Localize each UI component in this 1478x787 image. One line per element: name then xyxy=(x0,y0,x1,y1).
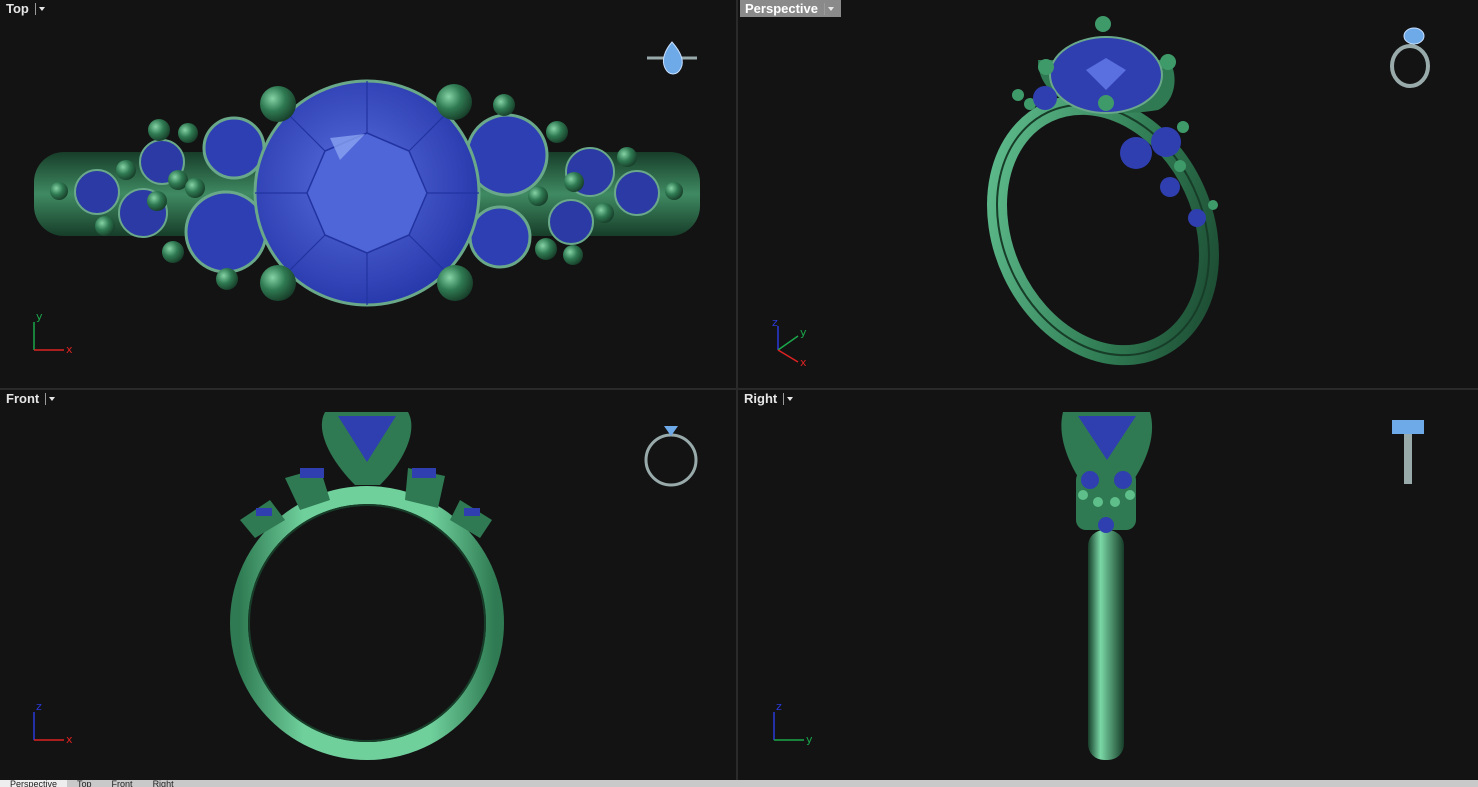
viewport-divider-horizontal[interactable] xyxy=(0,388,1478,390)
viewport-title: Front xyxy=(6,391,40,406)
ring-thumbnail-icon xyxy=(647,41,697,75)
viewport-label-top[interactable]: Top xyxy=(4,0,51,17)
chevron-down-icon[interactable] xyxy=(783,392,796,405)
viewport-label-front[interactable]: Front xyxy=(4,390,61,407)
chevron-down-icon[interactable] xyxy=(34,2,48,15)
tab-perspective[interactable]: Perspective xyxy=(0,780,68,787)
viewport-label-perspective[interactable]: Perspective xyxy=(740,0,841,17)
axis-gizmo-icon: y x xyxy=(33,310,73,356)
axis-y-label: y xyxy=(36,310,43,323)
viewport-title: Top xyxy=(6,1,29,16)
axis-y-label: y xyxy=(806,733,813,746)
axis-x-label: x xyxy=(66,343,73,356)
viewport-perspective[interactable]: Perspective z y x xyxy=(738,0,1478,388)
axis-z-label: z xyxy=(772,318,778,329)
viewport-tab-bar: Perspective Top Front Right xyxy=(0,780,1478,787)
ring-thumbnail-icon xyxy=(644,426,698,487)
ring-shank xyxy=(987,94,1219,366)
axis-z-label: z xyxy=(776,700,782,713)
viewport-title: Right xyxy=(744,391,778,406)
axis-x-label: x xyxy=(66,733,73,746)
viewport-top[interactable]: Top y x xyxy=(0,0,736,388)
chevron-down-icon[interactable] xyxy=(45,392,58,405)
ring-inner-edge xyxy=(248,504,486,742)
axis-gizmo-icon: z y xyxy=(773,700,813,746)
tab-right[interactable]: Right xyxy=(143,780,184,787)
side-cluster xyxy=(1076,470,1136,533)
viewport-label-right[interactable]: Right xyxy=(742,390,799,407)
viewport-right[interactable]: Right z y xyxy=(738,390,1478,780)
axis-z-label: z xyxy=(36,700,42,713)
top-view-scene[interactable] xyxy=(0,0,736,388)
viewport-front[interactable]: Front z x xyxy=(0,390,736,780)
ring-shank xyxy=(230,486,504,760)
perspective-view-scene[interactable] xyxy=(738,0,1478,388)
axis-gizmo-icon: z y x xyxy=(772,318,807,369)
viewport-title: Perspective xyxy=(745,1,818,16)
tab-front[interactable]: Front xyxy=(102,780,143,787)
chevron-down-icon[interactable] xyxy=(824,2,837,15)
axis-gizmo-icon: z x xyxy=(33,700,73,746)
axis-y-label: y xyxy=(800,326,807,339)
ring-thumbnail-icon xyxy=(1392,420,1424,484)
axis-x-label: x xyxy=(800,356,807,369)
ring-thumbnail-icon xyxy=(1390,27,1430,88)
front-view-scene[interactable] xyxy=(0,390,736,780)
right-view-scene[interactable] xyxy=(738,390,1478,780)
viewport-divider-vertical[interactable] xyxy=(736,0,738,780)
ring-shank xyxy=(1088,530,1124,760)
viewport-grid: Top y x Perspective z y x Front z x Righ… xyxy=(0,0,1478,780)
tab-top[interactable]: Top xyxy=(67,780,102,787)
